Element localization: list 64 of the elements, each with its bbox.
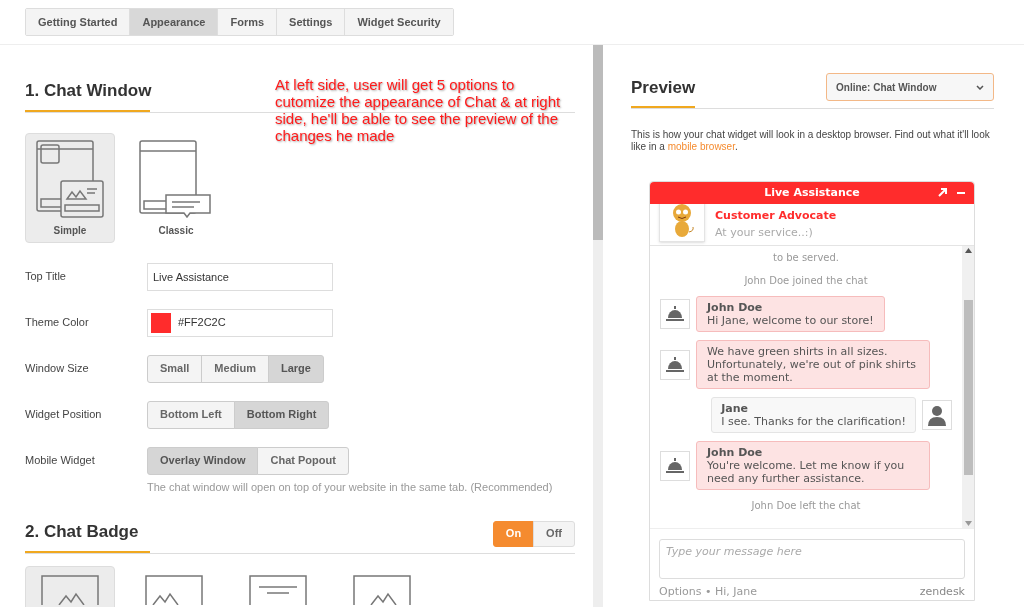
hint-text: The chat window will open on top of your website in the same tab. (Recommended) <box>147 479 554 495</box>
segment-option[interactable]: Overlay Window <box>147 446 259 475</box>
scroll-up-icon[interactable] <box>964 248 972 253</box>
system-message: to be served. <box>772 251 840 265</box>
brand-text: zendesk <box>919 584 965 600</box>
person-avatar-icon <box>922 400 952 430</box>
badge-style-icon <box>353 574 411 605</box>
nav-tab[interactable]: Appearance <box>129 9 218 35</box>
chat-scrollbar[interactable] <box>962 246 974 528</box>
toggle-option[interactable]: Off <box>533 520 575 547</box>
preview-dropdown[interactable]: Online: Chat Window <box>826 73 994 101</box>
segment-option[interactable]: Small <box>147 354 203 383</box>
scrollbar[interactable] <box>593 45 603 607</box>
nav-tab[interactable]: Settings <box>276 9 345 35</box>
nav-tab[interactable]: Getting Started <box>26 9 130 35</box>
chevron-down-icon <box>976 84 984 90</box>
segment-option[interactable]: Medium <box>201 354 269 383</box>
system-message: John Doe left the chat <box>750 499 862 513</box>
sender-name: John Doe <box>707 301 764 314</box>
message-text: We have green shirts in all sizes. Unfortunately, we're out of pink shirts at the moment. <box>707 345 917 384</box>
field-label: Mobile Widget <box>25 453 96 469</box>
badge-style-option[interactable] <box>25 565 115 607</box>
scroll-down-icon[interactable] <box>964 521 972 526</box>
nav-tab[interactable]: Forms <box>217 9 277 35</box>
field-label: Theme Color <box>25 315 90 331</box>
preview-description: This is how your chat widget will look in a desktop browser. Find out what it'll look like in a mobile browser. <box>631 129 991 153</box>
segment-option[interactable]: Bottom Right <box>233 400 330 429</box>
segment-option[interactable]: Bottom Left <box>147 400 235 429</box>
section-heading: 1. Chat Window <box>25 78 150 112</box>
widget-title: Live Assistance <box>764 184 860 201</box>
section-heading: 2. Chat Badge <box>25 519 150 553</box>
annotation-text: At left side, user will get 5 options to cutomize the appearance of Chat & at right side, he'll be able to see the preview of the changes he made <box>275 76 562 144</box>
segment-option[interactable]: Chat Popout <box>257 446 349 475</box>
sender-name: John Doe <box>707 446 764 459</box>
field-label: Top Title <box>25 269 67 285</box>
bell-avatar-icon <box>660 349 690 380</box>
chat-scrollbar-thumb[interactable] <box>963 299 973 475</box>
text-field[interactable]: Live Assistance <box>147 262 333 291</box>
message-text: I see. Thanks for the clarification! <box>721 415 906 428</box>
popout-arrow-icon[interactable] <box>938 187 948 197</box>
color-value: #FF2C2C <box>178 315 226 331</box>
agent-tagline: At your service..:) <box>715 224 814 241</box>
bell-avatar-icon <box>660 450 690 481</box>
message-text: Hi Jane, welcome to our store! <box>707 314 874 327</box>
layout-option[interactable]: Simple <box>25 132 115 243</box>
message-text: You're welcome. Let me know if you need any further assistance. <box>707 459 906 485</box>
segment-option[interactable]: Large <box>267 354 324 383</box>
system-message: John Doe joined the chat <box>743 274 869 288</box>
field-label: Window Size <box>25 361 90 377</box>
field-label: Widget Position <box>25 407 103 423</box>
agent-name: Customer Advocate <box>715 208 837 224</box>
badge-style-icon <box>41 574 99 605</box>
sender-name: Jane <box>721 402 749 415</box>
bell-avatar-icon <box>660 299 690 329</box>
color-field[interactable]: #FF2C2C <box>147 308 333 337</box>
layout-option[interactable]: Classic <box>131 132 221 243</box>
footer-options-text: Options • Hi, Jane <box>659 584 757 600</box>
badge-style-icon <box>249 574 307 605</box>
nav-tab[interactable]: Widget Security <box>344 9 453 35</box>
simple-layout-icon <box>35 138 105 219</box>
preview-heading: Preview <box>631 74 695 108</box>
classic-layout-icon <box>138 138 214 219</box>
badge-style-icon <box>145 574 203 605</box>
scrollbar-thumb[interactable] <box>593 45 603 240</box>
